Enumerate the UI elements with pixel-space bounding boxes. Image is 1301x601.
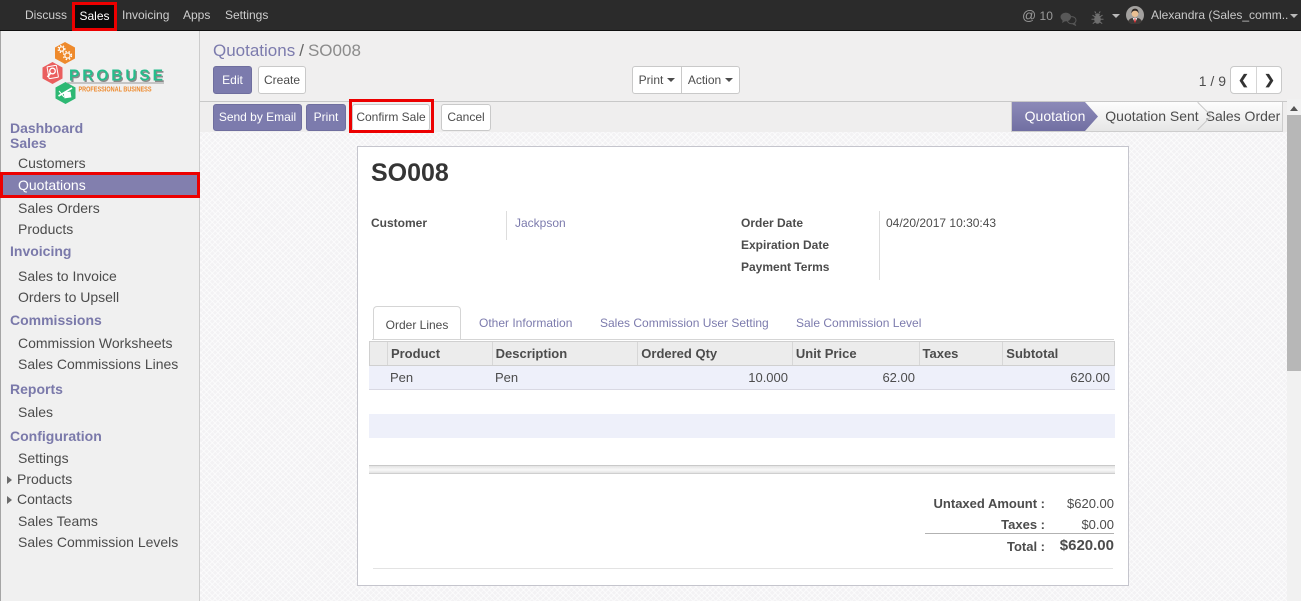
- svg-text:PROFESSIONAL BUSINESS: PROFESSIONAL BUSINESS: [79, 85, 152, 94]
- svg-text:PROBUSE: PROBUSE: [69, 68, 163, 85]
